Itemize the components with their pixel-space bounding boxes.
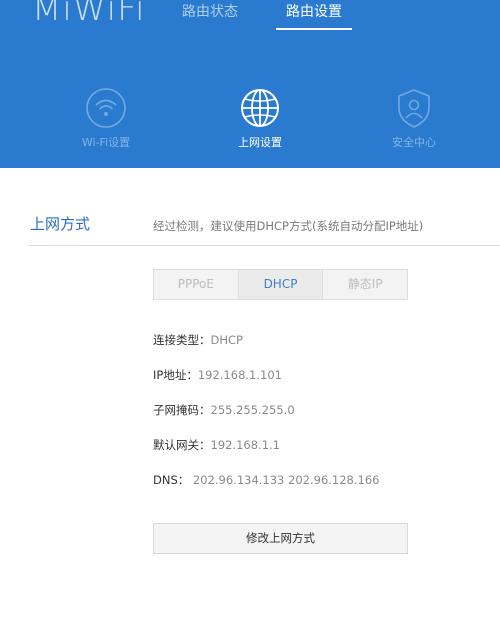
info-dns: DNS： 202.96.134.133 202.96.128.166 — [153, 472, 379, 488]
globe-icon — [241, 89, 279, 127]
info-label: IP地址： — [153, 368, 198, 382]
info-default-gateway: 默认网关：192.168.1.1 — [153, 437, 280, 453]
subnav-wifi-settings[interactable]: Wi-Fi设置 — [51, 86, 161, 150]
subnav-wifi-label: Wi-Fi设置 — [81, 136, 131, 149]
info-label: 子网掩码： — [153, 403, 211, 417]
info-value: 202.96.134.133 202.96.128.166 — [192, 473, 380, 487]
info-subnet-mask: 子网掩码：255.255.255.0 — [153, 402, 295, 418]
subnav-internet-settings[interactable]: 上网设置 — [205, 86, 315, 150]
nav-active-underline — [276, 28, 352, 30]
connection-type-tabs: PPPoE DHCP 静态IP — [153, 269, 408, 300]
info-connection-type: 连接类型：DHCP — [153, 332, 243, 348]
subnav-security-label: 安全中心 — [392, 136, 436, 149]
subnav-security-center[interactable]: 安全中心 — [359, 86, 469, 150]
nav-router-settings[interactable]: 路由设置 — [286, 2, 342, 28]
tab-dhcp[interactable]: DHCP — [237, 270, 324, 299]
header-bar: MiWiFi 路由状态 路由设置 Wi-Fi设置 上网设置 安全中心 — [0, 0, 500, 168]
info-value: DHCP — [210, 333, 243, 347]
info-label: 默认网关： — [153, 438, 211, 452]
divider — [28, 245, 500, 246]
wifi-icon — [86, 88, 126, 128]
shield-user-icon — [398, 89, 430, 128]
info-value: 192.168.1.101 — [197, 368, 282, 382]
nav-router-status[interactable]: 路由状态 — [182, 2, 238, 28]
modify-connection-button[interactable]: 修改上网方式 — [153, 523, 408, 554]
tab-pppoe[interactable]: PPPoE — [154, 270, 238, 299]
section-description: 经过检测，建议使用DHCP方式(系统自动分配IP地址) — [153, 219, 424, 233]
subnav-internet-label: 上网设置 — [238, 136, 282, 149]
section-title: 上网方式 — [30, 215, 91, 233]
info-label: DNS： — [153, 473, 193, 487]
info-label: 连接类型： — [153, 333, 211, 347]
info-ip-address: IP地址：192.168.1.101 — [153, 367, 282, 383]
tab-static-ip[interactable]: 静态IP — [323, 270, 407, 299]
info-value: 192.168.1.1 — [210, 438, 281, 452]
logo: MiWiFi — [32, 0, 146, 29]
info-value: 255.255.255.0 — [210, 403, 295, 417]
